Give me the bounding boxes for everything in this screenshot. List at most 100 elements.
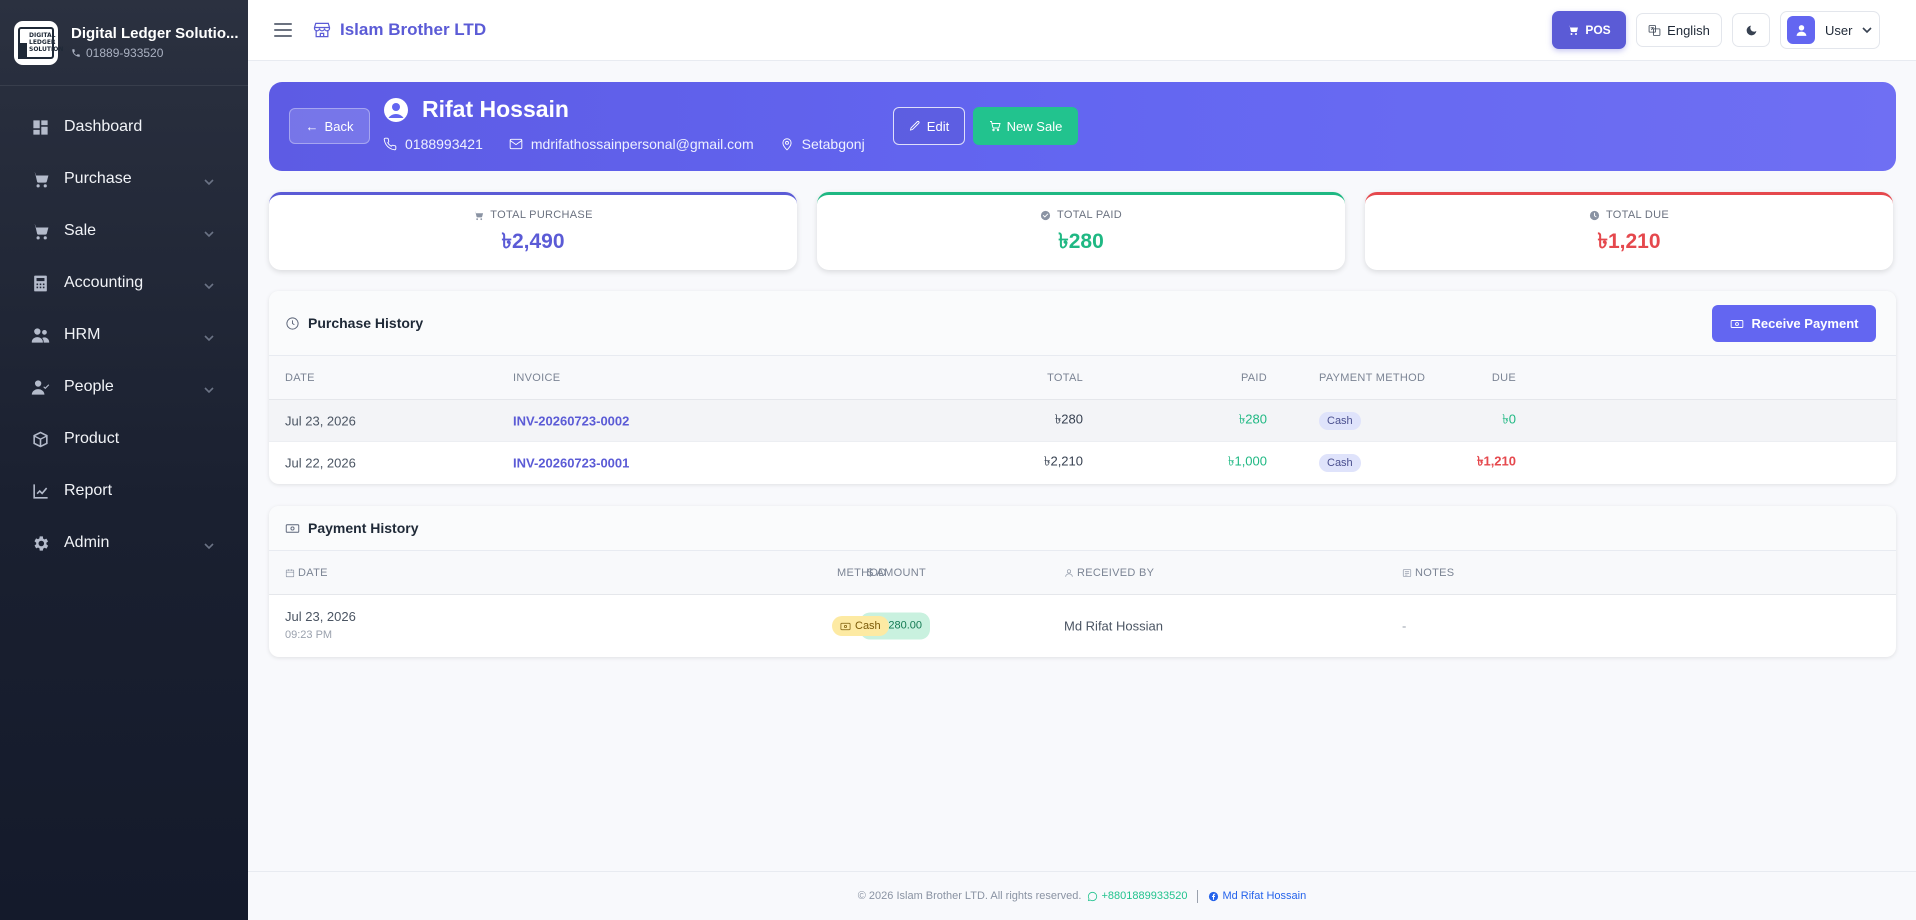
sidebar-item-dashboard[interactable]: Dashboard (0, 101, 248, 153)
total-due-label-row: TOTAL DUE (1365, 209, 1893, 221)
back-button[interactable]: ← Back (289, 108, 370, 144)
new-sale-label: New Sale (1006, 118, 1063, 134)
cash-icon (285, 523, 300, 533)
sidebar-item-accounting[interactable]: Accounting (0, 257, 248, 309)
customer-email: mdrifathossainpersonal@gmail.com (530, 136, 754, 152)
brand-phone-text: 01889-933520 (86, 46, 164, 60)
author-link[interactable]: Md Rifat Hossain (1208, 890, 1306, 902)
topbar: Islam Brother LTD POS English User (248, 0, 1916, 61)
whatsapp-link[interactable]: +8801889933520 (1087, 890, 1187, 902)
cash-icon (840, 622, 851, 630)
chevron-down-icon (204, 538, 214, 550)
company-name[interactable]: Islam Brother LTD (340, 20, 486, 40)
sidebar-item-product[interactable]: Product (0, 413, 248, 465)
sidebar-item-label: Product (64, 430, 120, 447)
user-circle-icon (383, 97, 409, 123)
payment-history-title: Payment History (308, 520, 419, 536)
theme-toggle-button[interactable] (1732, 13, 1770, 47)
user-check-icon (30, 377, 50, 397)
main-content: ← Back Rifat Hossain 0188993421 mdrifath… (248, 61, 1916, 871)
sidebar-item-hrm[interactable]: HRM (0, 309, 248, 361)
sidebar-item-label: Purchase (64, 170, 132, 187)
phone-icon (72, 49, 80, 57)
table-row[interactable]: Jul 23, 2026 INV-20260723-0002 ৳280 ৳280… (269, 400, 1896, 442)
whatsapp-icon (1088, 891, 1098, 901)
brand-name: Digital Ledger Solutio... (71, 25, 239, 42)
payment-datetime: Jul 23, 2026 09:23 PM (285, 607, 356, 645)
menu-toggle-icon[interactable] (274, 23, 292, 37)
brand-phone: 01889-933520 (71, 46, 239, 60)
footer: © 2026 Islam Brother LTD. All rights res… (248, 871, 1916, 920)
col-date-label: DATE (298, 566, 328, 579)
avatar (1787, 16, 1815, 44)
phone-icon (383, 137, 397, 151)
copyright: © 2026 Islam Brother LTD. All rights res… (857, 890, 1082, 902)
col-notes-label: NOTES (1415, 566, 1455, 579)
total-paid-label-row: TOTAL PAID (817, 209, 1345, 221)
new-sale-button[interactable]: New Sale (973, 107, 1078, 145)
cart-icon (30, 221, 50, 241)
chart-icon (30, 481, 50, 501)
sidebar-item-label: Dashboard (64, 118, 143, 135)
total-due-card: TOTAL DUE ৳1,210 (1365, 192, 1893, 270)
customer-contact: 0188993421 mdrifathossainpersonal@gmail.… (383, 136, 865, 152)
row-paid: ৳1,000 (1227, 453, 1267, 469)
method-value: Cash (855, 620, 881, 632)
sidebar-item-purchase[interactable]: Purchase (0, 153, 248, 205)
summary-stats: TOTAL PURCHASE ৳2,490 TOTAL PAID ৳280 TO… (269, 192, 1896, 270)
customer-location: Setabgonj (801, 136, 865, 152)
author-name: Md Rifat Hossain (1222, 890, 1307, 902)
dashboard-icon (30, 117, 50, 137)
purchase-history-card: Purchase History Receive Payment DATE IN… (269, 291, 1896, 484)
sidebar-item-sale[interactable]: Sale (0, 205, 248, 257)
row-paid: ৳280 (1238, 411, 1267, 426)
invoice-link[interactable]: INV-20260723-0001 (513, 456, 629, 471)
sidebar-item-label: Accounting (64, 274, 144, 291)
back-label: Back (324, 118, 354, 134)
logo-mark: DIGITAL LEDGER SOLUTION (18, 26, 63, 59)
edit-button[interactable]: Edit (893, 107, 965, 145)
invoice-link[interactable]: INV-20260723-0002 (513, 413, 629, 428)
total-paid-card: TOTAL PAID ৳280 (817, 192, 1345, 270)
col-date: DATE (285, 567, 328, 579)
box-icon (30, 429, 50, 449)
table-row[interactable]: Jul 23, 2026 09:23 PM ৳280.00 Cash Md Ri… (269, 595, 1896, 657)
chevron-down-icon (204, 174, 214, 186)
cart-icon (474, 210, 484, 220)
language-button[interactable]: English (1636, 13, 1722, 47)
table-row[interactable]: Jul 22, 2026 INV-20260723-0001 ৳2,210 ৳1… (269, 442, 1896, 484)
history-icon (286, 316, 299, 330)
row-due: ৳1,210 (1476, 453, 1516, 469)
sidebar-nav: Dashboard Purchase Sale Accounting HRM P… (0, 86, 248, 569)
arrow-left-icon: ← (305, 118, 319, 134)
user-icon (1796, 24, 1806, 36)
row-due: ৳0 (1502, 411, 1516, 426)
total-purchase-label: TOTAL PURCHASE (490, 209, 593, 221)
location-pin-icon (782, 138, 792, 151)
col-date: DATE (285, 371, 315, 384)
total-purchase-label-row: TOTAL PURCHASE (269, 209, 797, 221)
user-icon (1065, 568, 1073, 577)
row-total: ৳280 (1054, 411, 1083, 426)
sidebar-item-admin[interactable]: Admin (0, 517, 248, 569)
method-badge: Cash (832, 616, 889, 636)
sidebar-item-label: People (64, 378, 114, 395)
user-label: User (1825, 22, 1853, 38)
total-purchase-value: ৳2,490 (501, 230, 565, 253)
logo: DIGITAL LEDGER SOLUTION (14, 20, 63, 65)
payment-date: Jul 23, 2026 (285, 609, 356, 624)
clock-icon (1589, 210, 1600, 220)
user-menu-button[interactable]: User (1780, 11, 1880, 49)
sidebar: DIGITAL LEDGER SOLUTION Digital Ledger Sol… (0, 0, 248, 920)
sidebar-item-people[interactable]: People (0, 361, 248, 413)
sidebar-item-report[interactable]: Report (0, 465, 248, 517)
moon-icon (1746, 25, 1756, 35)
pos-button[interactable]: POS (1552, 11, 1626, 49)
customer-name: Rifat Hossain (422, 96, 569, 122)
receive-payment-button[interactable]: Receive Payment (1712, 305, 1876, 342)
note-icon (1402, 568, 1412, 577)
chevron-down-icon (204, 226, 214, 238)
chevron-down-icon (204, 330, 214, 342)
users-icon (30, 325, 50, 345)
customer-phone: 0188993421 (405, 136, 483, 152)
